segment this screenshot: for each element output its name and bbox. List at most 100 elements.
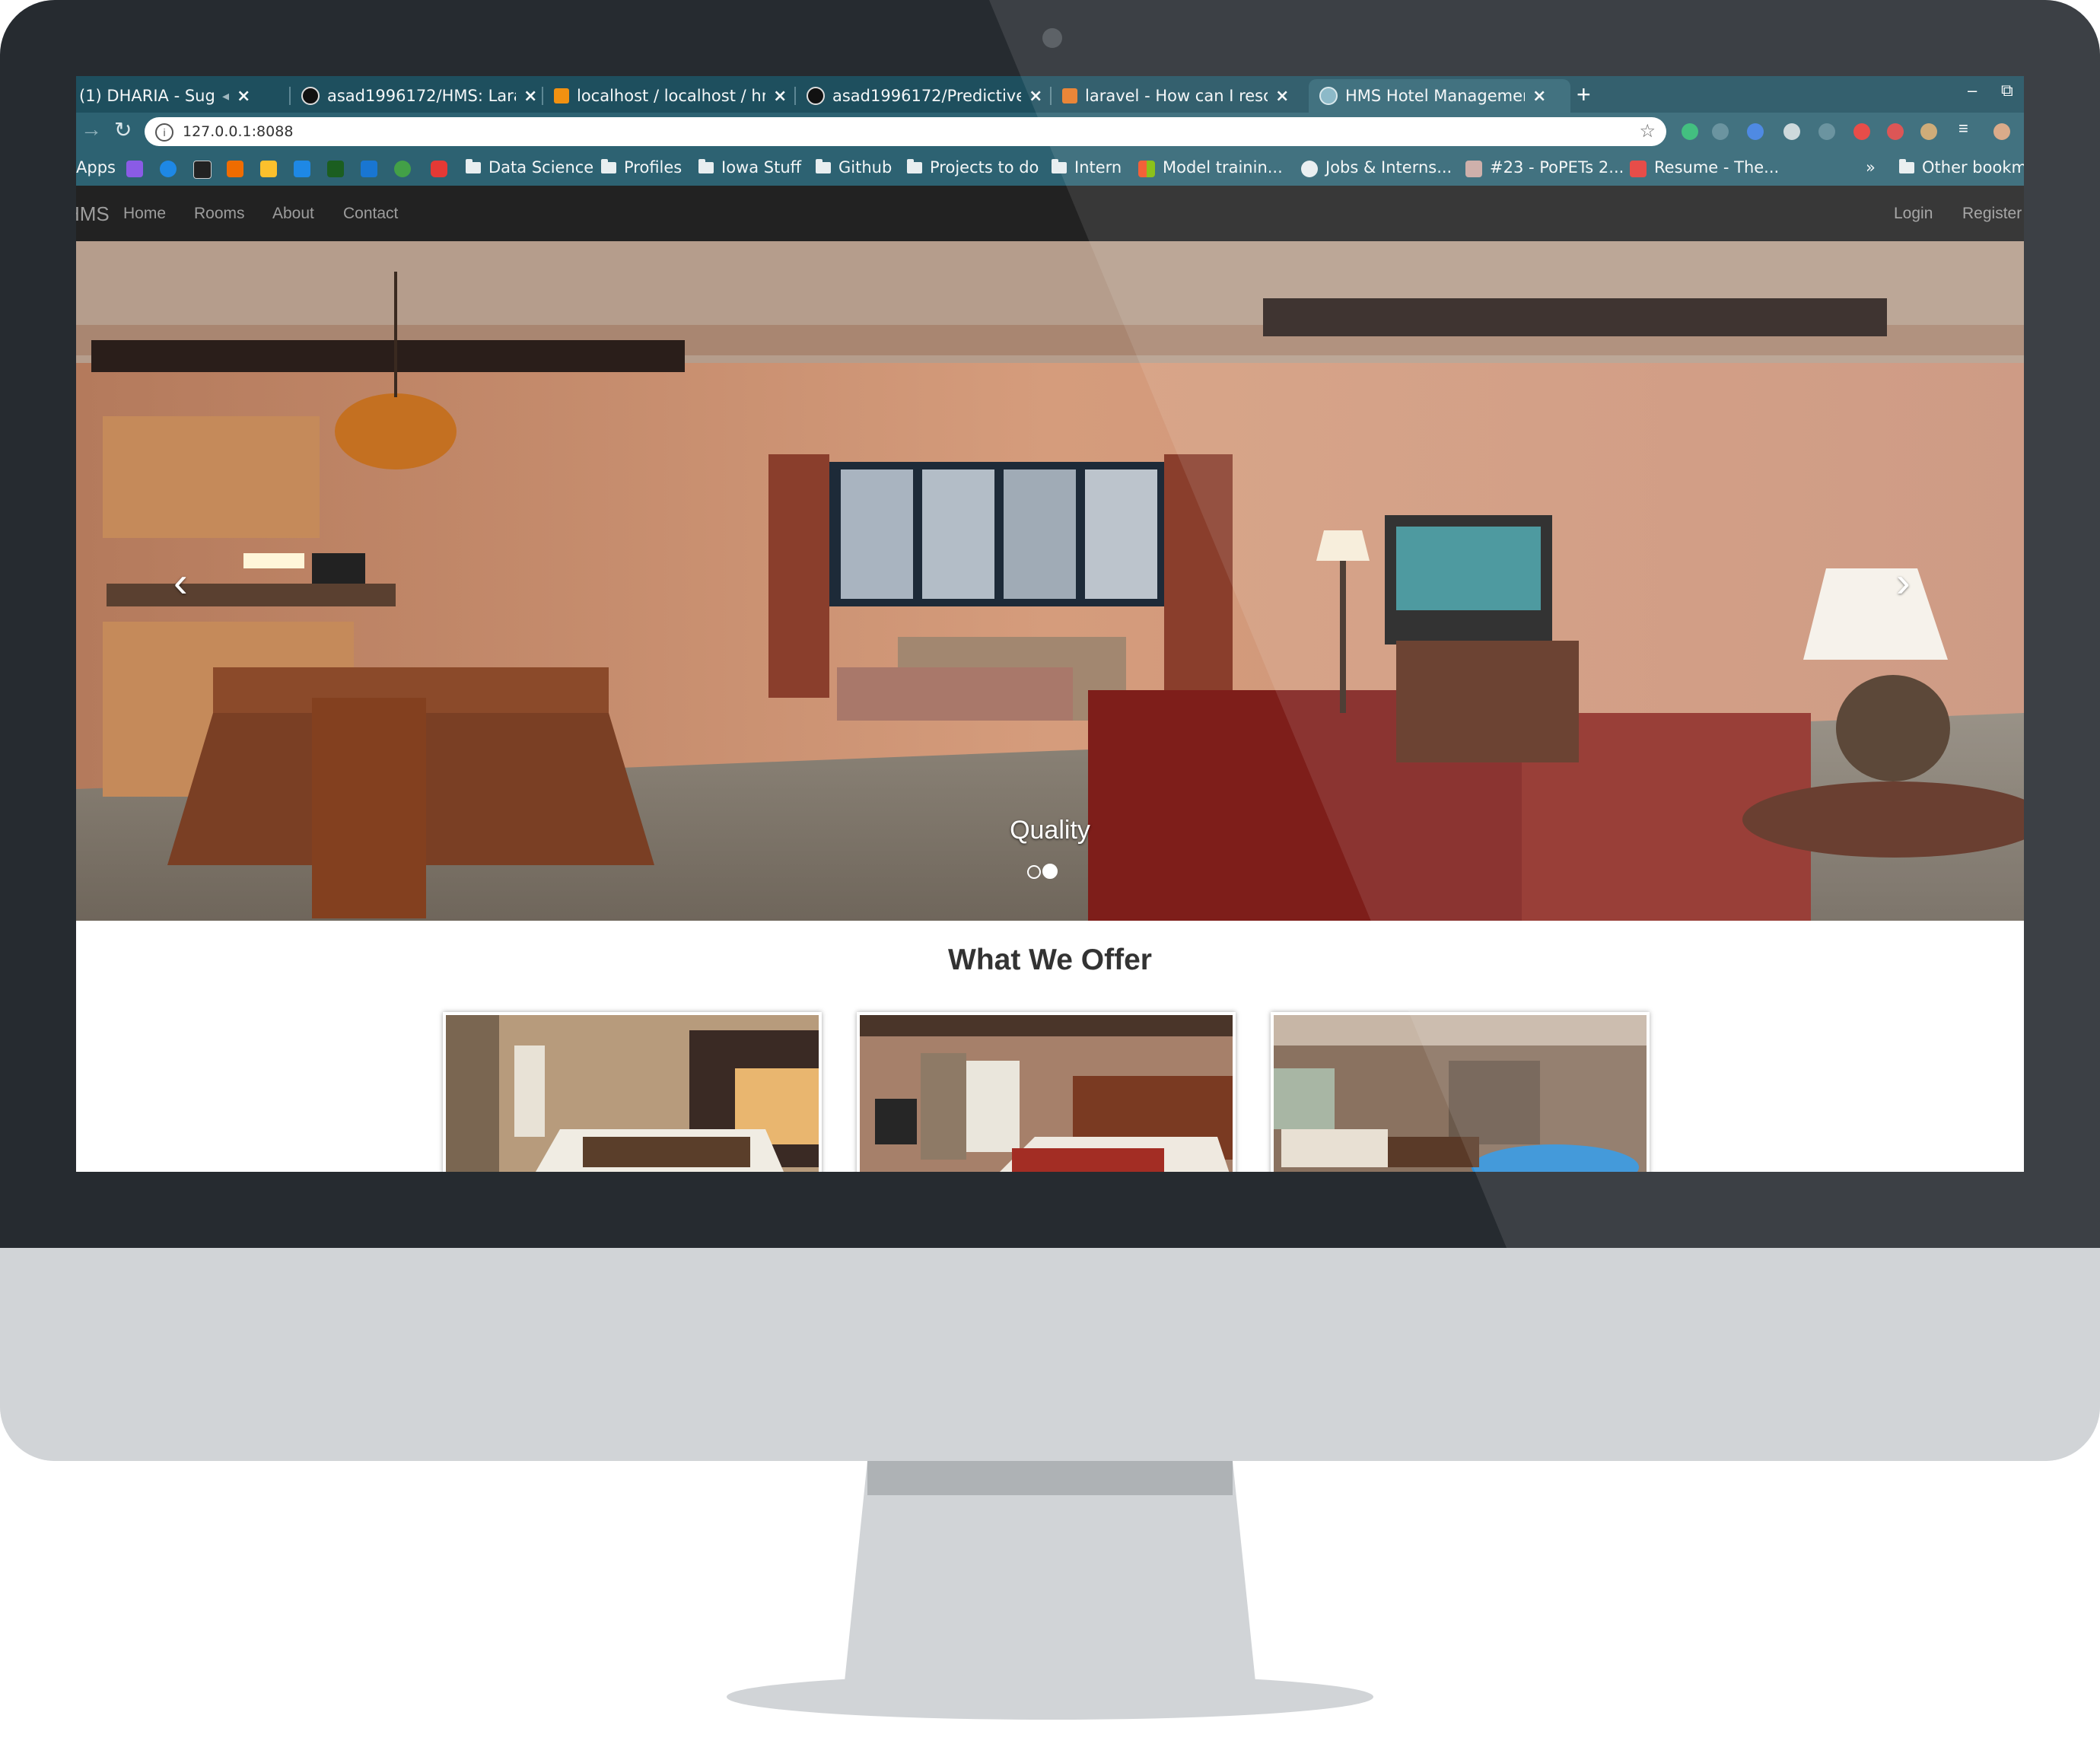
folder-icon (698, 158, 714, 173)
restore-icon[interactable]: ⧉ (2001, 81, 2013, 100)
bookmark-apps[interactable]: Apps (76, 158, 116, 177)
bookmarks-overflow-button[interactable]: » (1866, 158, 1876, 177)
bookmark-icon (1301, 161, 1318, 177)
grammarly-icon[interactable] (1682, 123, 1698, 140)
slides-icon[interactable] (260, 161, 277, 177)
bookmark-icon[interactable] (227, 161, 243, 177)
monitor-chin (0, 1248, 2100, 1461)
info-icon[interactable]: i (155, 123, 173, 142)
close-icon[interactable]: × (1029, 87, 1042, 106)
docs-icon[interactable] (294, 161, 310, 177)
carousel-indicator-1[interactable] (1027, 865, 1041, 879)
monitor-base (727, 1674, 1373, 1720)
github-icon (301, 87, 320, 105)
section-title: What We Offer (948, 944, 1152, 976)
extension-icon[interactable] (1920, 123, 1937, 140)
arrow-right-icon[interactable]: → (81, 117, 102, 142)
address-bar[interactable]: i 127.0.0.1:8088 ☆ (145, 117, 1666, 146)
bookmark-icon[interactable] (126, 161, 143, 177)
bookmark-folder[interactable]: Projects to do (907, 158, 1039, 177)
bookmark-resume[interactable]: Resume - The... (1654, 158, 1779, 177)
carousel-indicator-2[interactable] (1042, 864, 1058, 879)
folder-icon (907, 158, 922, 173)
github-icon (807, 87, 825, 105)
cloud-icon[interactable] (160, 161, 177, 177)
tab-stackoverflow[interactable]: laravel - How can I resolve × (1062, 79, 1289, 113)
tab-title: asad1996172/Predictive-N (832, 87, 1021, 105)
browser-toolbar: → ↻ i 127.0.0.1:8088 ☆ ≡ (76, 113, 2024, 151)
tab-title: localhost / localhost / hm (577, 87, 765, 105)
bookmark-folder[interactable]: Data Science (466, 158, 593, 177)
tab-title: (1) DHARIA - Sugar & B (79, 87, 216, 105)
tab-separator (289, 87, 291, 105)
extension-icon[interactable] (1747, 123, 1764, 140)
stackoverflow-icon (1062, 88, 1077, 103)
close-icon[interactable]: × (1532, 87, 1546, 106)
bookmarks-bar: Apps Data Science Profiles Iowa Stuff Gi… (76, 151, 2024, 186)
carousel-prev-button[interactable]: ‹ (173, 557, 188, 606)
dropbox-icon[interactable] (361, 161, 377, 177)
new-tab-button[interactable]: + (1577, 81, 1591, 109)
folder-icon (601, 158, 616, 173)
close-icon[interactable]: × (773, 87, 787, 106)
tab-dharia[interactable]: (1) DHARIA - Sugar & B ◂ × (79, 79, 250, 113)
bookmark-jobs[interactable]: Jobs & Interns... (1325, 158, 1452, 177)
close-icon[interactable]: × (523, 87, 537, 106)
bookmark-folder[interactable]: Github (816, 158, 892, 177)
youtube-icon[interactable] (431, 161, 447, 177)
bookmark-icon (1465, 161, 1482, 177)
bookmark-folder[interactable]: Profiles (601, 158, 682, 177)
extension-icon[interactable] (1712, 123, 1729, 140)
tab-phpmyadmin[interactable]: localhost / localhost / hm × (554, 79, 787, 113)
tab-separator (1050, 87, 1052, 105)
minimize-icon[interactable]: – (1968, 81, 1977, 100)
tab-hms-github[interactable]: asad1996172/HMS: Larav × (301, 79, 537, 113)
tab-separator (794, 87, 796, 105)
close-icon[interactable]: × (237, 87, 250, 106)
close-icon[interactable]: × (1275, 87, 1289, 106)
bookmark-folder[interactable]: Iowa Stuff (698, 158, 801, 177)
address-url: 127.0.0.1:8088 (183, 123, 294, 140)
bookmark-icon[interactable] (394, 161, 411, 177)
nav-register[interactable]: Register (1962, 205, 2022, 223)
globe-icon (1319, 87, 1338, 105)
bookmark-icon[interactable] (327, 161, 344, 177)
offer-section: What We Offer (76, 921, 2024, 1172)
tab-hms-app[interactable]: HMS Hotel Management S × (1309, 79, 1570, 113)
reading-list-icon[interactable]: ≡ (1958, 119, 1975, 138)
offer-thumbnail[interactable] (443, 1012, 822, 1172)
monitor-stand-shadow (867, 1461, 1233, 1495)
nav-home[interactable]: Home (123, 205, 166, 223)
tab-predictive-github[interactable]: asad1996172/Predictive-N × (807, 79, 1042, 113)
extension-icon[interactable] (1783, 123, 1800, 140)
nav-login[interactable]: Login (1894, 205, 1933, 223)
offer-thumbnail[interactable] (1271, 1012, 1650, 1172)
bookmark-model-training[interactable]: Model trainin... (1163, 158, 1283, 177)
folder-icon (816, 158, 831, 173)
monitor-frame: (1) DHARIA - Sugar & B ◂ × asad1996172/H… (0, 0, 2100, 1461)
nav-contact[interactable]: Contact (343, 205, 398, 223)
nav-about[interactable]: About (272, 205, 314, 223)
extension-icon[interactable] (1853, 123, 1870, 140)
speaker-icon: ◂ (222, 88, 230, 104)
bookmark-other[interactable]: Other bookmarks (1899, 158, 2024, 177)
carousel-next-button[interactable]: › (1896, 557, 1911, 606)
extension-icon[interactable] (1818, 123, 1835, 140)
site-navbar: HMS Home Rooms About Contact Login Regis… (76, 186, 2024, 241)
carousel-caption: Quality (1010, 816, 1090, 845)
hero-carousel: ‹ › Quality (76, 241, 2024, 921)
reload-icon[interactable]: ↻ (114, 117, 132, 142)
bookmark-popets[interactable]: #23 - PoPETs 2... (1490, 158, 1624, 177)
tab-separator (542, 87, 543, 105)
nav-rooms[interactable]: Rooms (194, 205, 245, 223)
webcam (1042, 28, 1062, 48)
bookmark-folder[interactable]: Intern (1052, 158, 1122, 177)
bookmark-icon[interactable] (193, 161, 212, 179)
star-icon[interactable]: ☆ (1639, 120, 1656, 142)
bookmark-icon (1630, 161, 1647, 177)
extension-icon[interactable] (1887, 123, 1904, 140)
site-brand[interactable]: HMS (76, 202, 110, 226)
avatar[interactable] (1993, 123, 2010, 140)
room-photo (860, 1015, 1233, 1172)
offer-thumbnail[interactable] (857, 1012, 1236, 1172)
